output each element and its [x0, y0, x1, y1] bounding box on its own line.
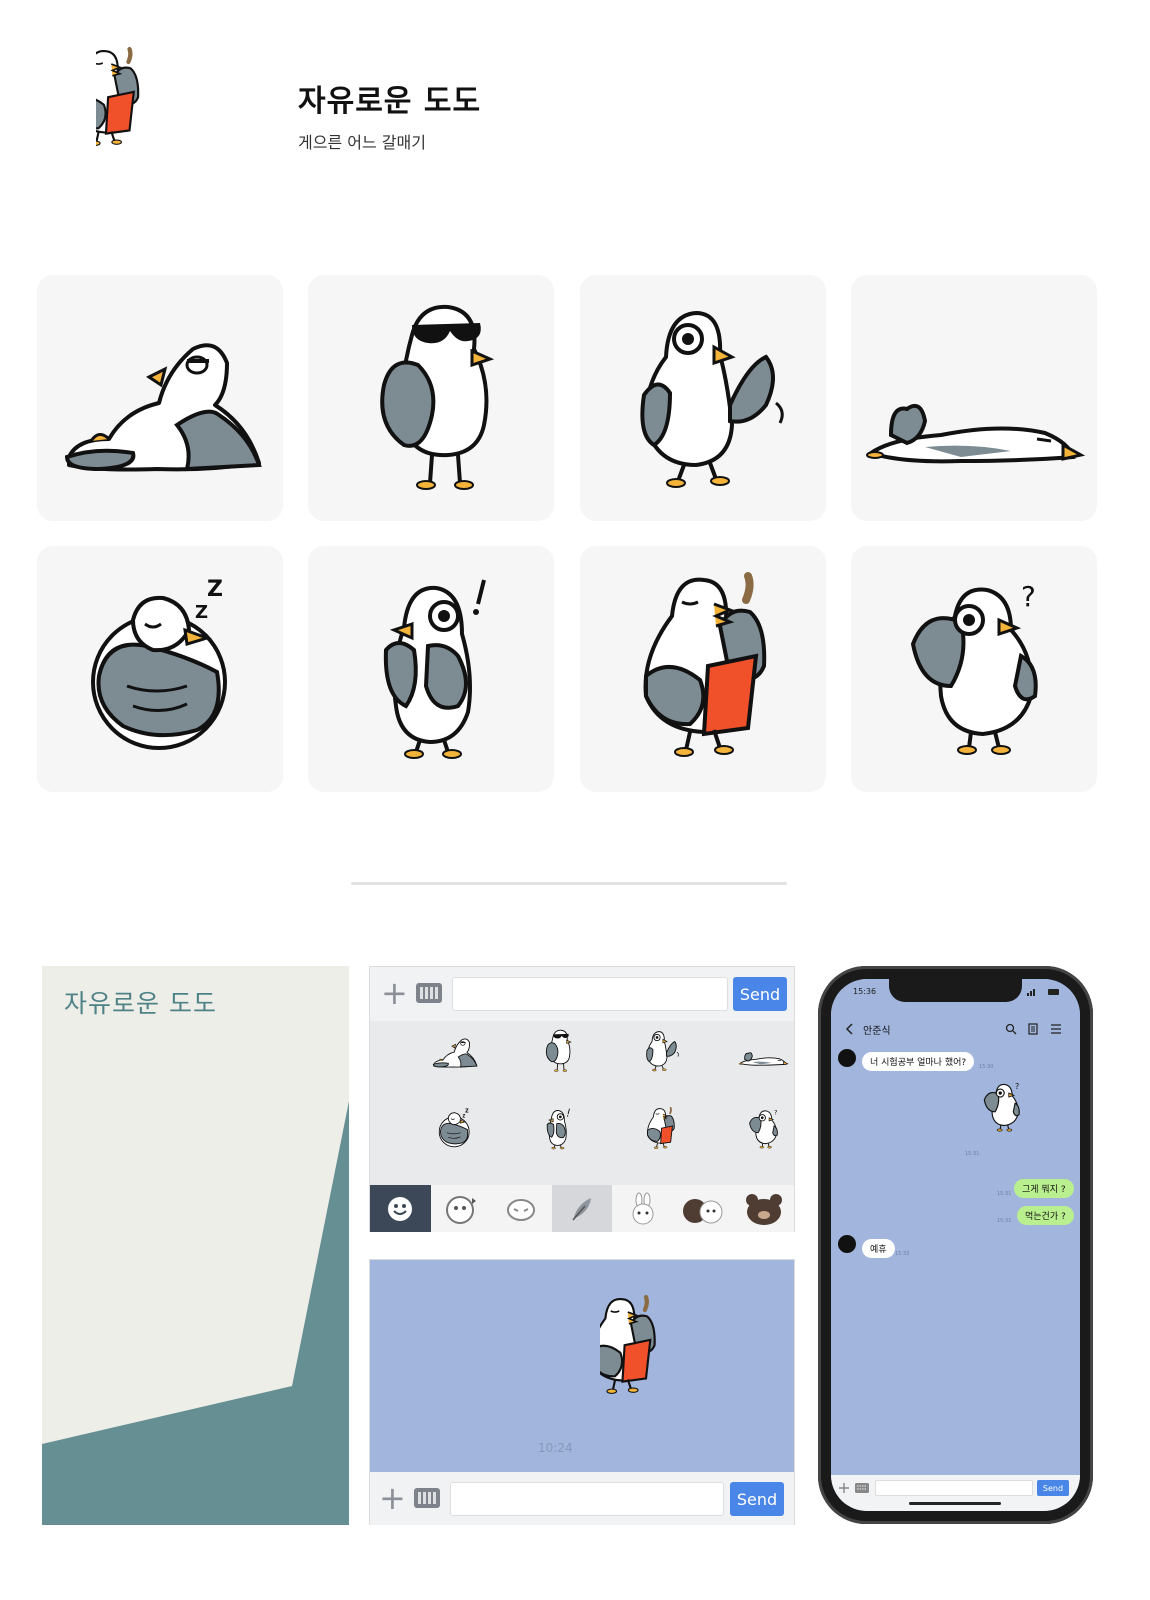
tab-dodo-pack[interactable] [551, 1185, 613, 1232]
plus-icon[interactable] [838, 1482, 850, 1494]
chat-preview: 10:24 + Send [369, 1259, 795, 1525]
character-blob-icon [507, 1198, 536, 1221]
seagull-sleeping-icon [37, 546, 283, 792]
send-button[interactable]: Send [733, 977, 787, 1011]
tab-bear-brown-pack[interactable] [673, 1185, 734, 1232]
sticker-waving[interactable] [580, 275, 826, 521]
status-bar: 15:36 [831, 979, 1080, 1017]
send-button[interactable]: Send [1037, 1480, 1069, 1496]
tab-bunny-pack[interactable] [612, 1185, 673, 1232]
poster-shadow [42, 1101, 349, 1525]
seagull-surprised-icon [308, 546, 554, 792]
section-divider [351, 882, 787, 885]
chat-input-bar: + Send [370, 1472, 794, 1525]
message-time: 15:31 [965, 1151, 980, 1157]
message-time: 15:31 [997, 1218, 1012, 1224]
poster-preview: 자유로운 도도 [42, 966, 349, 1525]
character-face-icon [445, 1195, 476, 1224]
signal-battery-icon [1027, 989, 1059, 996]
message-time: 15:33 [895, 1251, 910, 1257]
tab-emoji[interactable] [370, 1185, 431, 1232]
page-subtitle: 게으른 어느 갈매기 [298, 133, 426, 152]
seagull-confused-icon [983, 1079, 1067, 1163]
keyboard-icon[interactable] [416, 983, 442, 1003]
menu-icon[interactable] [1050, 1023, 1062, 1035]
keyboard-icon[interactable] [855, 1483, 869, 1493]
seagull-sunglasses-icon [308, 275, 554, 521]
sticker-keyboard: + Send [369, 966, 795, 1232]
chat-bubble: 예휴 [862, 1239, 895, 1258]
sticker-picker-grid[interactable] [370, 1021, 796, 1185]
bunny-icon [632, 1192, 654, 1224]
phone-notch [889, 979, 1022, 1002]
chat-bubble: 먹는건가 ? [1017, 1206, 1074, 1225]
back-arrow-icon[interactable] [845, 1023, 853, 1035]
status-time: 15:36 [853, 987, 877, 996]
main-character [96, 34, 231, 214]
message-time: 15:30 [979, 1064, 994, 1070]
message-input[interactable] [875, 1480, 1033, 1496]
bear-icon [745, 1193, 782, 1225]
plus-icon[interactable]: + [379, 1482, 406, 1514]
seagull-confused-icon [851, 546, 1097, 792]
tab-sticker-pack-2[interactable] [491, 1185, 552, 1232]
plus-icon[interactable]: + [381, 977, 408, 1009]
avatar[interactable] [838, 1049, 856, 1067]
sticker-sunglasses[interactable] [308, 275, 554, 521]
sticker-eating-snack[interactable] [580, 546, 826, 792]
message-input[interactable] [452, 977, 728, 1011]
sticker-confused[interactable] [851, 546, 1097, 792]
seagull-snack-icon [600, 1282, 760, 1462]
sticker-sleeping[interactable] [37, 546, 283, 792]
page-title: 자유로운 도도 [298, 84, 482, 119]
sticker-lounging[interactable] [37, 275, 283, 521]
keyboard-icon[interactable] [414, 1488, 440, 1508]
phone-screen: 15:36 안준식 너 시험공부 얼마나 했어? 15:30 15:31 그게 … [831, 979, 1080, 1511]
seagull-lying-icon [851, 275, 1097, 521]
seagull-snack-icon [96, 34, 231, 214]
seagull-lounging-icon [37, 275, 283, 521]
contact-name: 안준식 [863, 1026, 891, 1037]
poster-title: 자유로운 도도 [64, 989, 217, 1018]
smile-icon [388, 1196, 413, 1221]
chat-header: 안준식 [831, 1017, 1080, 1043]
tab-bear-pack[interactable] [733, 1185, 794, 1232]
keyboard-input-bar: + Send [370, 967, 794, 1021]
phone-mockup: 15:36 안준식 너 시험공부 얼마나 했어? 15:30 15:31 그게 … [818, 966, 1093, 1524]
message-time: 15:31 [997, 1191, 1012, 1197]
phone-input-bar: Send [831, 1475, 1080, 1511]
avatar[interactable] [838, 1235, 856, 1253]
bear-bunny-icon [683, 1198, 723, 1223]
tab-sticker-pack-1[interactable] [431, 1185, 492, 1232]
sticker-tabs [370, 1185, 794, 1232]
chat-bubble: 너 시험공부 얼마나 했어? [862, 1052, 975, 1071]
search-icon[interactable] [1005, 1023, 1017, 1035]
home-indicator [909, 1502, 1001, 1505]
document-icon[interactable] [1028, 1023, 1038, 1035]
sticker-lying-flat[interactable] [851, 275, 1097, 521]
send-button[interactable]: Send [730, 1482, 784, 1516]
sticker-surprised[interactable] [308, 546, 554, 792]
seagull-snack-icon [580, 546, 826, 792]
feather-icon [572, 1197, 592, 1220]
seagull-waving-icon [580, 275, 826, 521]
message-input[interactable] [450, 1482, 724, 1516]
chat-bubble: 그게 뭐지 ? [1014, 1179, 1074, 1198]
message-timestamp: 10:24 [538, 1441, 573, 1455]
